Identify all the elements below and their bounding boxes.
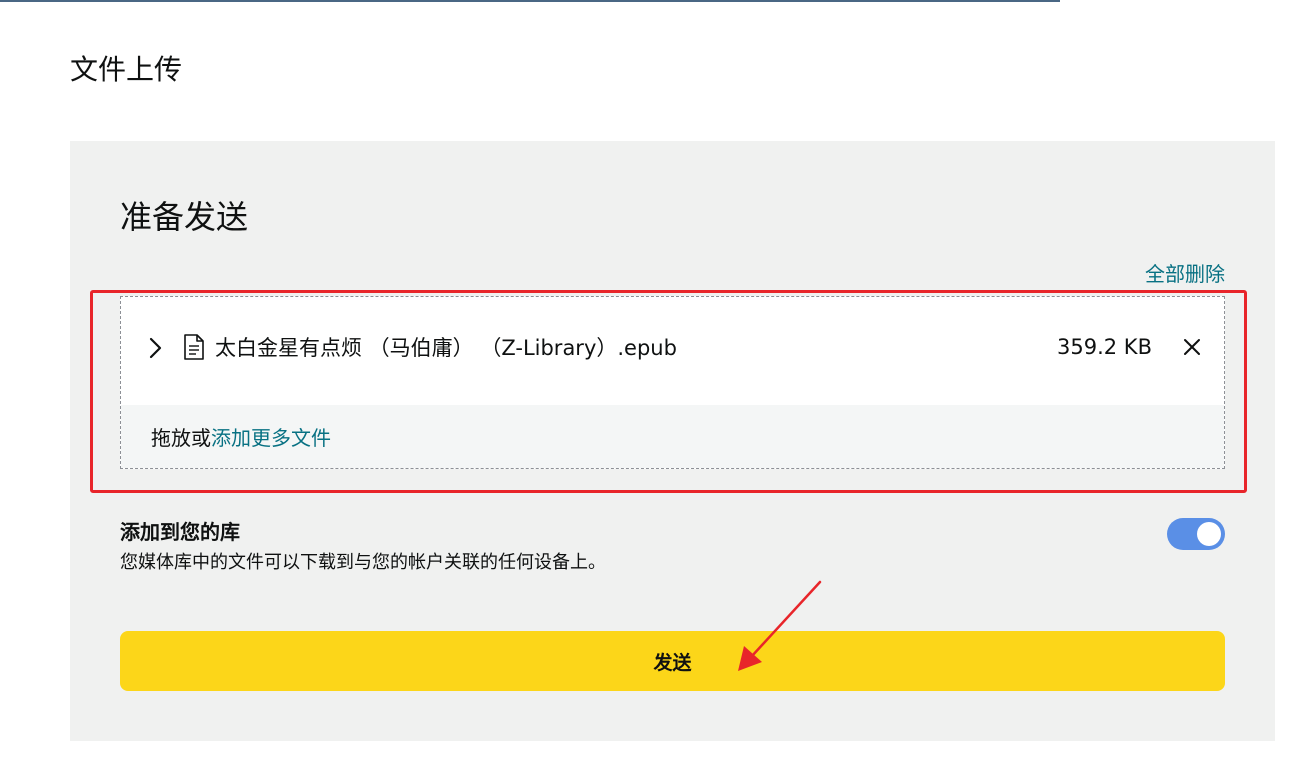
send-button[interactable]: 发送 (120, 631, 1225, 691)
add-to-library-heading: 添加到您的库 (120, 520, 240, 544)
page-title: 文件上传 (70, 53, 183, 86)
toggle-knob (1197, 522, 1221, 546)
highlight-frame (90, 290, 1247, 493)
delete-all-link[interactable]: 全部删除 (1145, 261, 1225, 287)
top-divider (0, 0, 1060, 2)
panel-title: 准备发送 (120, 198, 249, 236)
upload-panel: 准备发送 全部删除 太白金星有点烦 （马伯庸） （Z-Library）.epub… (70, 141, 1275, 741)
add-to-library-toggle[interactable] (1167, 518, 1225, 550)
add-to-library-description: 您媒体库中的文件可以下载到与您的帐户关联的任何设备上。 (120, 552, 606, 573)
